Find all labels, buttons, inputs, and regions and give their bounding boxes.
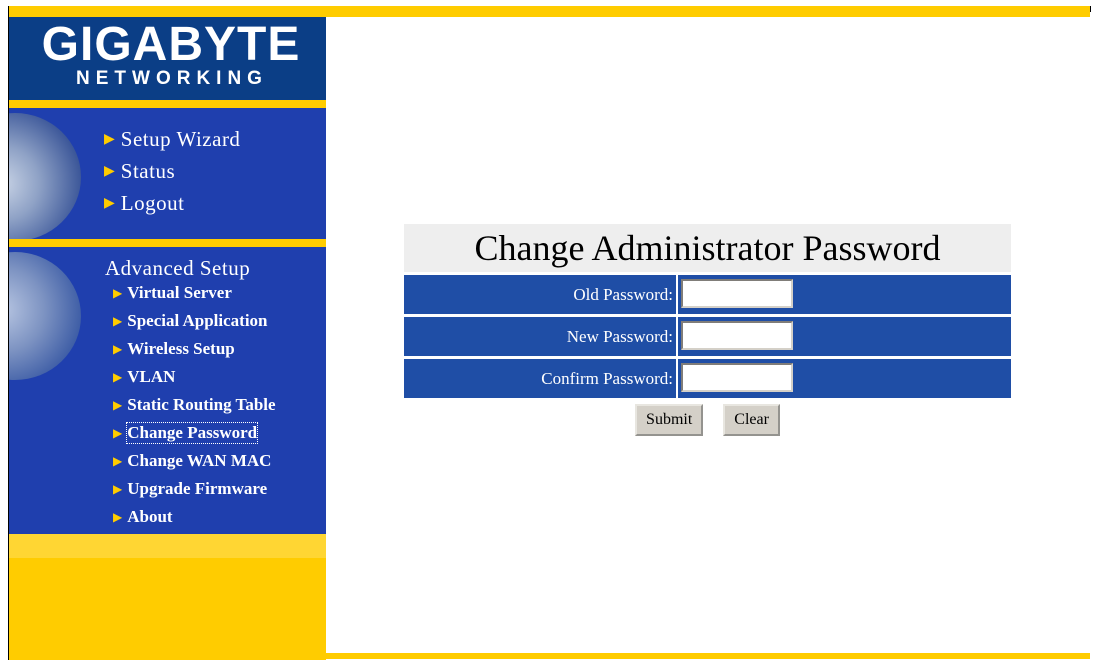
sidebar-footer-stripe <box>9 534 326 558</box>
nav-change-password[interactable]: ▶ Change Password <box>113 421 259 445</box>
sidebar-divider <box>9 100 326 108</box>
nav-label: Virtual Server <box>127 283 232 302</box>
advanced-setup-heading: Advanced Setup <box>105 256 251 280</box>
nav-vlan[interactable]: ▶ VLAN <box>113 365 175 389</box>
right-triangle-icon: ▶ <box>104 131 115 147</box>
right-triangle-icon: ▶ <box>113 510 123 524</box>
brand-logo: GIGABYTE NETWORKING <box>9 17 326 100</box>
submit-button[interactable]: Submit <box>635 404 704 436</box>
nav-label: Static Routing Table <box>127 395 276 414</box>
nav-label: Logout <box>120 190 185 215</box>
nav-about[interactable]: ▶ About <box>113 505 173 529</box>
nav-label: Change Password <box>126 422 259 444</box>
nav-label: Upgrade Firmware <box>127 479 268 498</box>
nav-status[interactable]: ▶ Status <box>104 158 175 184</box>
nav-wireless-setup[interactable]: ▶ Wireless Setup <box>113 337 235 361</box>
old-password-cell <box>676 275 1011 314</box>
right-triangle-icon: ▶ <box>104 163 115 179</box>
brand-logo-main: GIGABYTE <box>41 18 301 71</box>
right-triangle-icon: ▶ <box>113 286 123 300</box>
nav-special-application[interactable]: ▶ Special Application <box>113 309 268 333</box>
form-buttons: Submit Clear <box>404 404 1011 436</box>
new-password-input[interactable] <box>681 321 793 350</box>
nav-static-routing-table[interactable]: ▶ Static Routing Table <box>113 393 276 417</box>
nav-label: VLAN <box>127 367 176 386</box>
right-triangle-icon: ▶ <box>113 370 123 384</box>
right-triangle-icon: ▶ <box>113 482 123 496</box>
main-nav-panel: ▶ Setup Wizard ▶ Status ▶ Logout <box>9 108 326 239</box>
nav-change-wan-mac[interactable]: ▶ Change WAN MAC <box>113 449 271 473</box>
nav-label: Special Application <box>127 311 268 330</box>
bottom-yellow-bar <box>326 653 1090 659</box>
nav-logout[interactable]: ▶ Logout <box>104 190 184 216</box>
new-password-cell <box>676 317 1011 356</box>
nav-label: Change WAN MAC <box>127 451 272 470</box>
nav-setup-wizard[interactable]: ▶ Setup Wizard <box>104 126 240 152</box>
nav-virtual-server[interactable]: ▶ Virtual Server <box>113 281 232 305</box>
right-triangle-icon: ▶ <box>113 342 123 356</box>
change-password-form: Change Administrator Password Old Passwo… <box>404 224 1011 436</box>
confirm-password-input[interactable] <box>681 363 793 392</box>
brand-logo-sub: NETWORKING <box>76 68 268 89</box>
right-triangle-icon: ▶ <box>113 398 123 412</box>
clear-button[interactable]: Clear <box>723 404 780 436</box>
nav-label: Setup Wizard <box>120 126 241 151</box>
confirm-password-label: Confirm Password: <box>404 359 676 398</box>
advanced-nav-panel: Advanced Setup ▶ Virtual Server ▶ Specia… <box>9 247 326 534</box>
old-password-input[interactable] <box>681 279 793 308</box>
router-image <box>9 252 81 380</box>
confirm-password-row: Confirm Password: <box>404 359 1011 398</box>
old-password-row: Old Password: <box>404 275 1011 314</box>
router-image <box>9 113 81 239</box>
right-triangle-icon: ▶ <box>104 195 115 211</box>
confirm-password-cell <box>676 359 1011 398</box>
top-yellow-bar <box>8 6 1090 17</box>
nav-label: Wireless Setup <box>127 339 235 358</box>
new-password-row: New Password: <box>404 317 1011 356</box>
right-triangle-icon: ▶ <box>113 454 123 468</box>
sidebar-divider <box>9 239 326 247</box>
form-title: Change Administrator Password <box>404 224 1011 272</box>
page-right-border <box>1090 6 1091 12</box>
nav-upgrade-firmware[interactable]: ▶ Upgrade Firmware <box>113 477 267 501</box>
nav-label: About <box>127 507 173 526</box>
sidebar: GIGABYTE NETWORKING ▶ Setup Wizard ▶ Sta… <box>9 17 326 660</box>
old-password-label: Old Password: <box>404 275 676 314</box>
new-password-label: New Password: <box>404 317 676 356</box>
nav-label: Status <box>120 158 176 183</box>
right-triangle-icon: ▶ <box>113 426 123 440</box>
right-triangle-icon: ▶ <box>113 314 123 328</box>
